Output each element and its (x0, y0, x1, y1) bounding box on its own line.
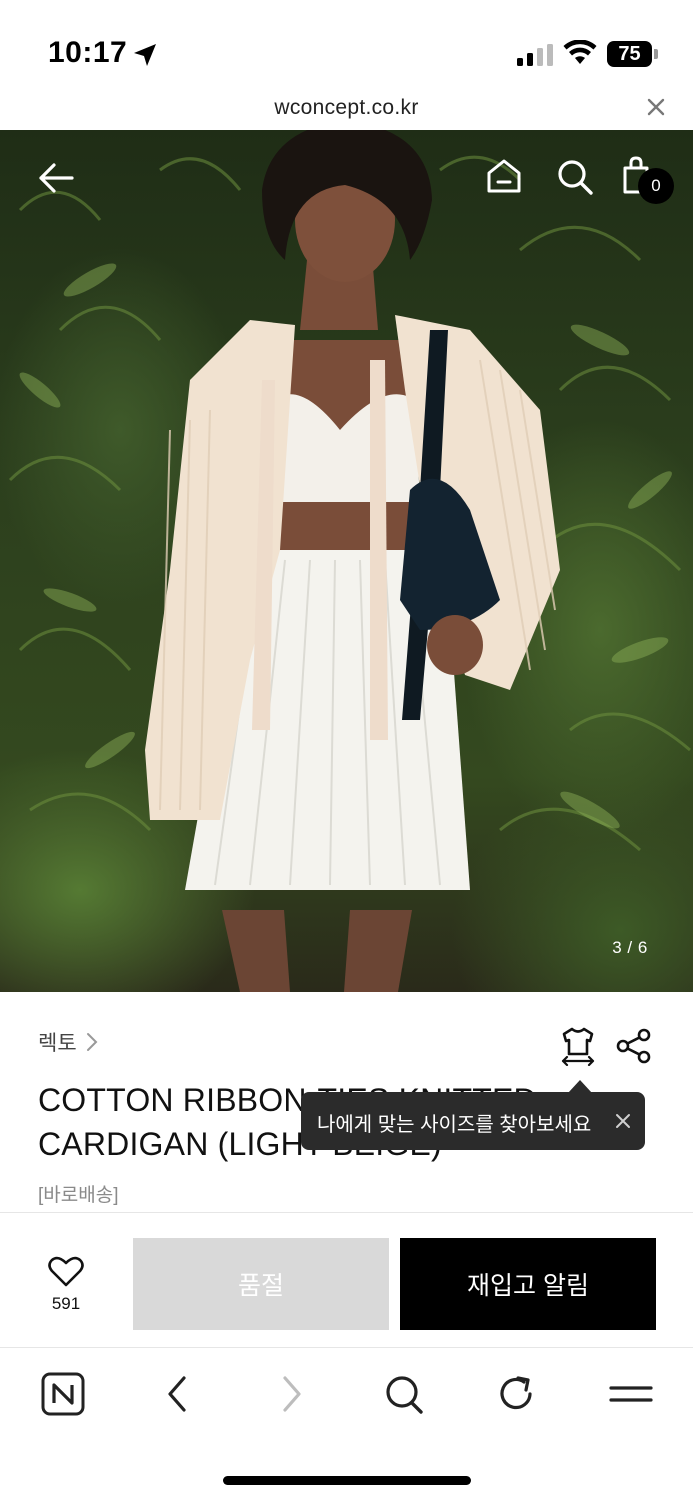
heart-icon (48, 1256, 84, 1287)
chevron-right-icon (86, 1033, 98, 1051)
url-text: wconcept.co.kr (274, 96, 419, 119)
back-arrow-icon[interactable] (38, 160, 74, 196)
delivery-tag: [바로배송] (38, 1185, 119, 1206)
wifi-icon (563, 40, 597, 64)
naver-home-icon[interactable] (41, 1372, 85, 1416)
status-time: 10:17 (48, 36, 128, 69)
search-icon[interactable] (384, 1372, 424, 1416)
wish-count: 591 (51, 1294, 81, 1313)
search-icon[interactable] (556, 158, 594, 196)
location-arrow-icon (134, 44, 156, 66)
share-icon[interactable] (616, 1028, 652, 1064)
close-icon[interactable] (646, 97, 666, 117)
size-finder-icon[interactable] (560, 1026, 596, 1066)
battery-tip (654, 49, 658, 59)
cart-count-badge: 0 (638, 168, 674, 204)
cellular-signal-icon (517, 44, 553, 66)
battery-indicator: 75 (607, 41, 658, 67)
browser-url-bar[interactable]: wconcept.co.kr (0, 92, 693, 130)
image-page-counter: 3 / 6 (612, 938, 648, 957)
close-icon[interactable] (614, 1112, 632, 1130)
restock-alert-button[interactable]: 재입고 알림 (400, 1238, 656, 1330)
divider (0, 1212, 693, 1213)
wishlist-button[interactable]: 591 (40, 1256, 92, 1314)
battery-level: 75 (607, 41, 652, 67)
product-photo (8, 130, 691, 992)
home-icon[interactable] (486, 158, 522, 194)
size-finder-tooltip[interactable]: 나에게 맞는 사이즈를 찾아보세요 (301, 1092, 645, 1150)
sold-out-button[interactable]: 품절 (133, 1238, 389, 1330)
product-image-carousel[interactable]: 0 3 / 6 (0, 130, 693, 992)
brand-name: 렉토 (38, 1032, 77, 1055)
brand-link[interactable]: 렉토 (38, 1027, 99, 1057)
tooltip-text: 나에게 맞는 사이즈를 찾아보세요 (317, 1114, 592, 1136)
home-indicator[interactable] (223, 1476, 471, 1485)
refresh-icon[interactable] (497, 1372, 537, 1416)
status-bar: 10:17 75 (0, 0, 693, 92)
menu-icon[interactable] (609, 1372, 653, 1416)
forward-icon[interactable] (277, 1372, 307, 1416)
back-icon[interactable] (162, 1372, 192, 1416)
